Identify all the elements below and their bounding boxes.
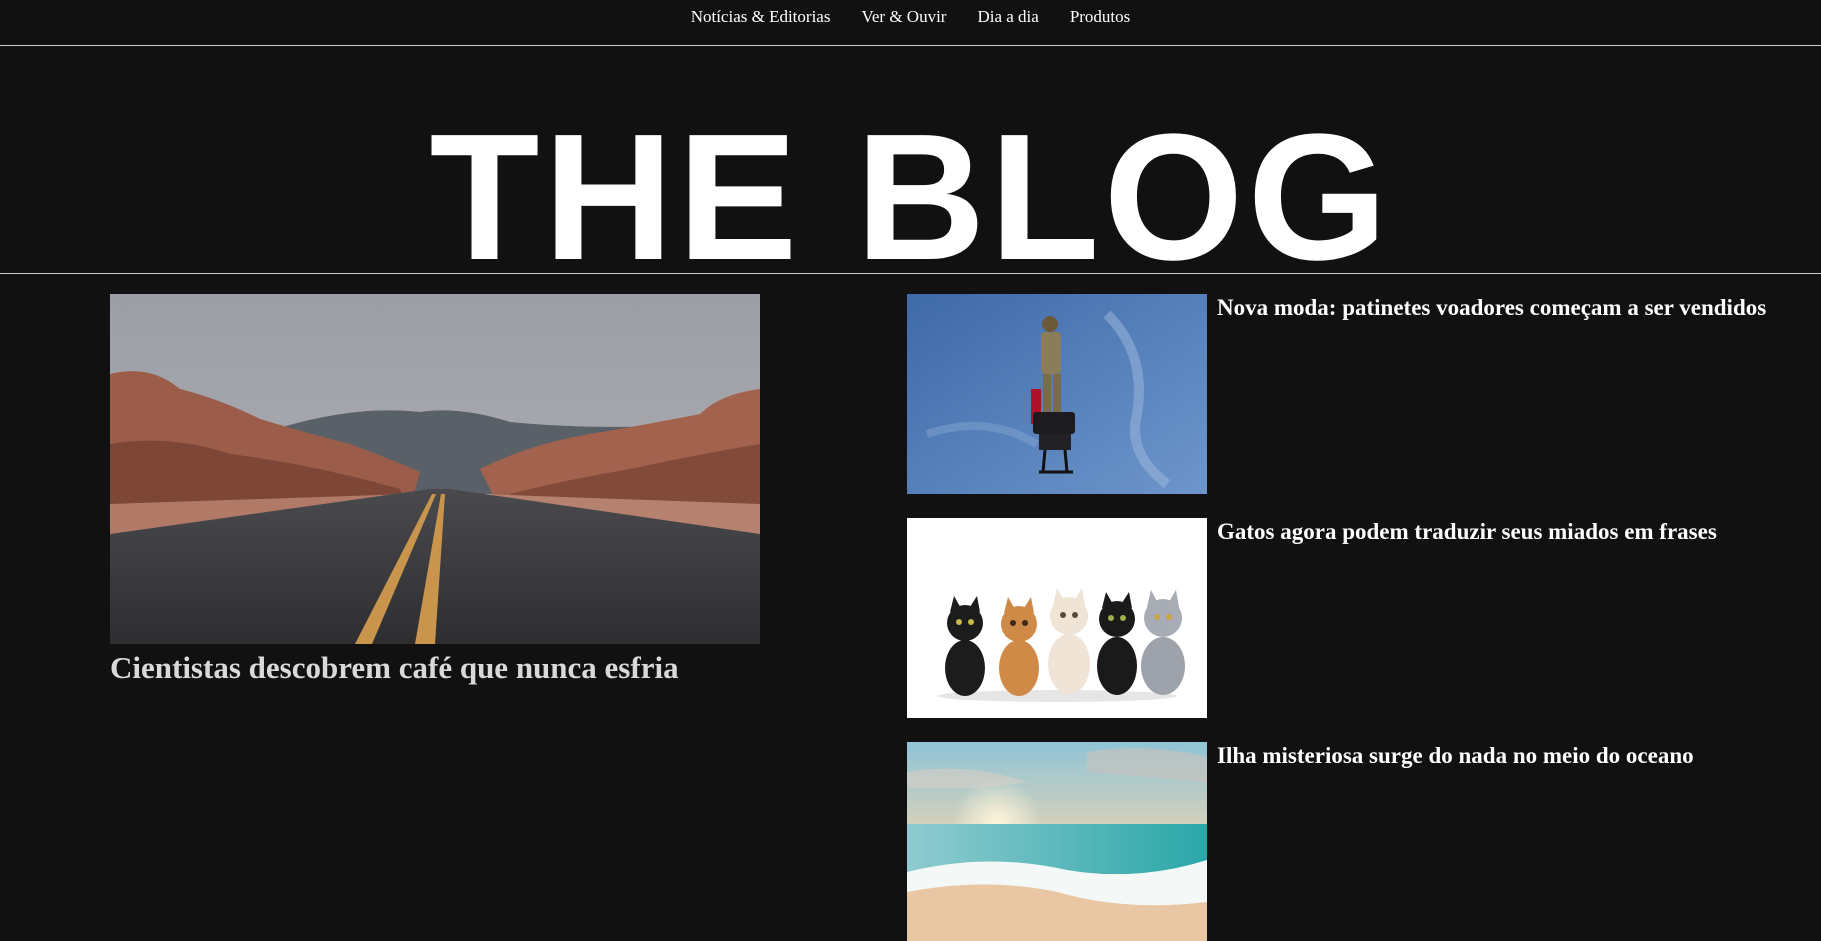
nav-item-noticias[interactable]: Notícias & Editorias (691, 6, 831, 28)
side-article-image[interactable] (907, 294, 1207, 494)
beach-sunset-photo (907, 742, 1207, 941)
featured-article-title[interactable]: Cientistas descobrem café que nunca esfr… (110, 649, 760, 687)
main-content: Cientistas descobrem café que nunca esfr… (0, 274, 1821, 941)
side-article-title[interactable]: Nova moda: patinetes voadores começam a … (1217, 294, 1766, 322)
kittens-photo (907, 518, 1207, 718)
featured-article[interactable]: Cientistas descobrem café que nunca esfr… (110, 294, 760, 687)
side-article[interactable]: Ilha misteriosa surge do nada no meio do… (907, 742, 1807, 941)
side-article[interactable]: Gatos agora podem traduzir seus miados e… (907, 518, 1807, 718)
featured-image[interactable] (110, 294, 760, 644)
side-article-title[interactable]: Ilha misteriosa surge do nada no meio do… (1217, 742, 1694, 770)
nav-item-ver-ouvir[interactable]: Ver & Ouvir (861, 6, 946, 28)
desert-road-photo (110, 294, 760, 644)
side-article-image[interactable] (907, 518, 1207, 718)
side-article-image[interactable] (907, 742, 1207, 941)
nav-item-produtos[interactable]: Produtos (1070, 6, 1130, 28)
masthead: THE BLOG (0, 46, 1821, 288)
top-navigation: Notícias & Editorias Ver & Ouvir Dia a d… (0, 0, 1821, 46)
side-article[interactable]: Nova moda: patinetes voadores começam a … (907, 294, 1807, 494)
flying-scooter-photo (907, 294, 1207, 494)
nav-item-dia-a-dia[interactable]: Dia a dia (977, 6, 1038, 28)
blog-title[interactable]: THE BLOG (0, 108, 1821, 288)
side-article-title[interactable]: Gatos agora podem traduzir seus miados e… (1217, 518, 1717, 546)
